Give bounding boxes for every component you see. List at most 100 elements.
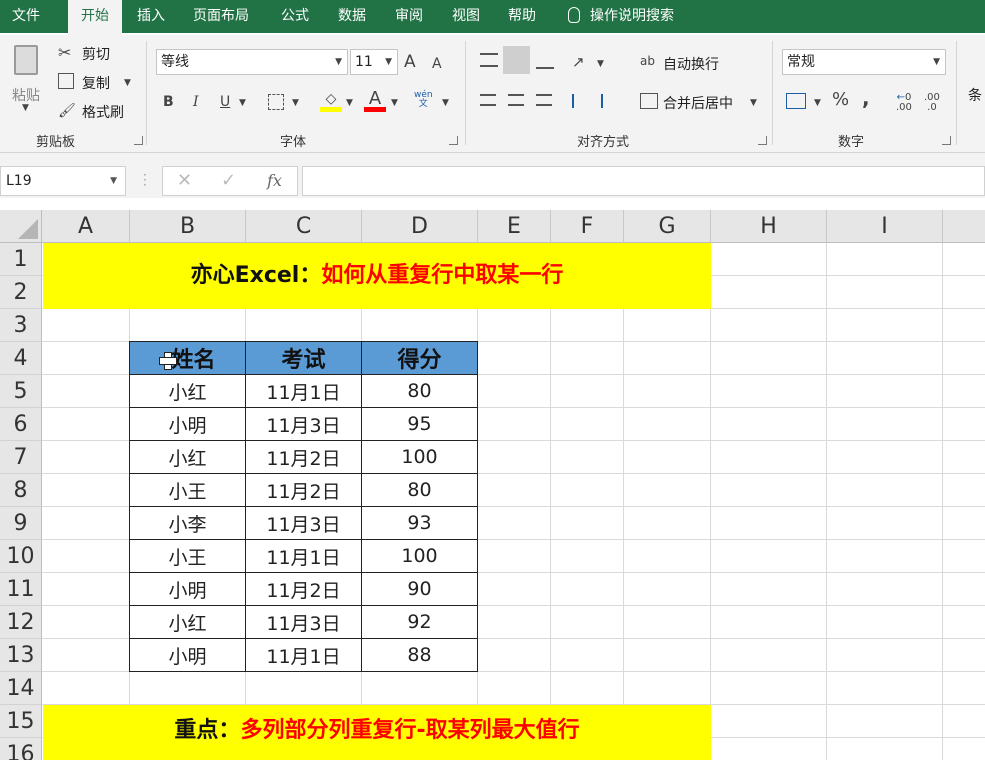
cell-exam[interactable]: 11月2日 <box>245 440 362 474</box>
fill-dropdown-icon[interactable]: ▼ <box>346 98 353 108</box>
row-header-10[interactable]: 10 <box>0 540 42 573</box>
cell-name[interactable]: 小明 <box>129 572 246 606</box>
wrap-text-button[interactable]: 自动换行 <box>663 54 719 74</box>
row-header-8[interactable]: 8 <box>0 474 42 507</box>
shrink-font-button[interactable]: A <box>432 55 442 73</box>
orientation-dropdown-icon[interactable]: ▼ <box>597 59 604 69</box>
enter-icon[interactable]: ✓ <box>221 170 236 191</box>
tab-home[interactable]: 开始 <box>68 0 122 35</box>
row-header-13[interactable]: 13 <box>0 639 42 672</box>
cell-name[interactable]: 小李 <box>129 506 246 540</box>
row-header-4[interactable]: 4 <box>0 342 42 375</box>
cell-score[interactable]: 100 <box>361 539 478 573</box>
select-all-button[interactable] <box>0 210 42 243</box>
row-header-9[interactable]: 9 <box>0 507 42 540</box>
cell-name[interactable]: 小红 <box>129 605 246 639</box>
column-header-i[interactable]: I <box>827 210 943 243</box>
bold-button[interactable]: B <box>163 93 174 111</box>
cell-exam[interactable]: 11月1日 <box>245 539 362 573</box>
cell-score[interactable]: 80 <box>361 473 478 507</box>
align-middle-icon[interactable] <box>503 46 530 74</box>
tab-insert[interactable]: 插入 <box>137 0 165 33</box>
align-center-icon[interactable] <box>508 94 524 106</box>
grow-font-button[interactable]: A <box>404 53 416 71</box>
merge-center-button[interactable]: 合并后居中 <box>663 93 733 113</box>
row-header-12[interactable]: 12 <box>0 606 42 639</box>
cell-name[interactable]: 小红 <box>129 374 246 408</box>
name-box[interactable]: L19 ▼ <box>0 166 126 196</box>
number-format-select[interactable]: 常规 ▼ <box>782 49 946 75</box>
merge-dropdown-icon[interactable]: ▼ <box>750 98 757 108</box>
header-score[interactable]: 得分 <box>361 341 478 375</box>
column-header-f[interactable]: F <box>551 210 624 243</box>
format-painter-button[interactable]: 格式刷 <box>82 102 124 122</box>
cell-exam[interactable]: 11月2日 <box>245 572 362 606</box>
cell-score[interactable]: 90 <box>361 572 478 606</box>
cell-score[interactable]: 93 <box>361 506 478 540</box>
orientation-icon[interactable]: ↗ <box>572 53 585 71</box>
phonetic-guide-button[interactable]: wén 文 <box>414 91 433 109</box>
cell-exam[interactable]: 11月1日 <box>245 638 362 672</box>
tell-me-search[interactable]: 操作说明搜索 <box>568 0 674 33</box>
align-bottom-icon[interactable] <box>536 57 554 69</box>
row-header-1[interactable]: 1 <box>0 243 42 276</box>
cancel-icon[interactable]: ✕ <box>177 170 192 191</box>
cell-exam[interactable]: 11月1日 <box>245 374 362 408</box>
column-header-c[interactable]: C <box>246 210 362 243</box>
row-header-14[interactable]: 14 <box>0 672 42 705</box>
tab-review[interactable]: 审阅 <box>395 0 423 33</box>
paste-button[interactable]: 粘贴 ▼ <box>8 41 48 113</box>
cell-score[interactable]: 88 <box>361 638 478 672</box>
cell-exam[interactable]: 11月3日 <box>245 605 362 639</box>
align-right-icon[interactable] <box>536 94 552 106</box>
tab-view[interactable]: 视图 <box>452 0 480 33</box>
tab-data[interactable]: 数据 <box>338 0 366 33</box>
underline-button[interactable]: U <box>220 93 230 111</box>
cut-button[interactable]: 剪切 <box>82 44 110 64</box>
underline-dropdown-icon[interactable]: ▼ <box>239 98 246 108</box>
comma-button[interactable]: , <box>862 88 870 108</box>
copy-button[interactable]: 复制 <box>82 73 110 93</box>
row-header-16[interactable]: 16 <box>0 738 42 760</box>
align-left-icon[interactable] <box>480 94 496 106</box>
row-header-6[interactable]: 6 <box>0 408 42 441</box>
row-header-3[interactable]: 3 <box>0 309 42 342</box>
clipboard-launcher-icon[interactable] <box>134 136 143 145</box>
align-top-icon[interactable] <box>480 53 498 67</box>
italic-button[interactable]: I <box>193 93 199 111</box>
alignment-launcher-icon[interactable] <box>758 136 767 145</box>
font-launcher-icon[interactable] <box>449 136 458 145</box>
tab-formulas[interactable]: 公式 <box>281 0 309 33</box>
paste-dropdown-icon[interactable]: ▼ <box>22 103 29 113</box>
insert-function-icon[interactable]: fx <box>267 171 282 190</box>
cell-exam[interactable]: 11月3日 <box>245 506 362 540</box>
cell-score[interactable]: 80 <box>361 374 478 408</box>
header-name[interactable]: 姓名 <box>129 341 246 375</box>
row-header-11[interactable]: 11 <box>0 573 42 606</box>
font-color-button[interactable]: A <box>364 90 386 112</box>
cell-exam[interactable]: 11月3日 <box>245 407 362 441</box>
increase-decimal-button[interactable]: ←0.00 <box>896 93 912 113</box>
formula-input[interactable] <box>302 166 985 196</box>
row-header-7[interactable]: 7 <box>0 441 42 474</box>
border-icon[interactable] <box>268 94 284 110</box>
font-color-dropdown-icon[interactable]: ▼ <box>391 98 398 108</box>
phonetic-dropdown-icon[interactable]: ▼ <box>442 98 449 108</box>
cell-name[interactable]: 小明 <box>129 638 246 672</box>
cell-name[interactable]: 小王 <box>129 539 246 573</box>
cell-score[interactable]: 92 <box>361 605 478 639</box>
currency-icon[interactable] <box>786 93 806 109</box>
cell-score[interactable]: 95 <box>361 407 478 441</box>
decrease-indent-icon[interactable] <box>572 94 592 108</box>
header-exam[interactable]: 考试 <box>245 341 362 375</box>
fill-color-icon[interactable]: ◇ <box>320 90 342 112</box>
tab-help[interactable]: 帮助 <box>508 0 536 33</box>
percent-button[interactable]: % <box>832 91 849 109</box>
column-header-a[interactable]: A <box>42 210 130 243</box>
copy-dropdown-icon[interactable]: ▼ <box>124 78 131 88</box>
border-dropdown-icon[interactable]: ▼ <box>292 98 299 108</box>
column-header-h[interactable]: H <box>711 210 827 243</box>
column-header-j[interactable] <box>943 210 985 243</box>
cell-name[interactable]: 小明 <box>129 407 246 441</box>
tab-page-layout[interactable]: 页面布局 <box>193 0 249 33</box>
